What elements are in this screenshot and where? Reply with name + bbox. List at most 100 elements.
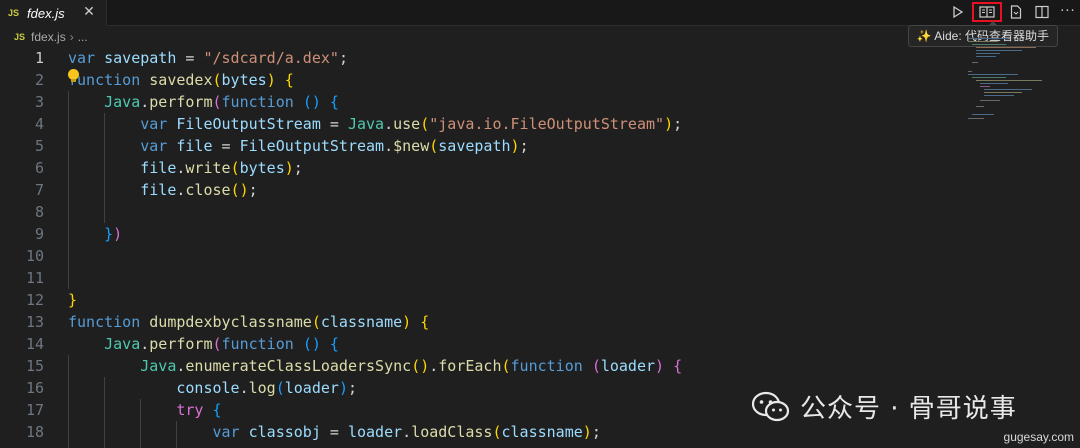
code-line[interactable]: 9 }) [0,223,960,245]
minimap-line [976,80,1042,81]
code-line[interactable]: 4 var FileOutputStream = Java.use("java.… [0,113,960,135]
line-number: 15 [25,357,44,375]
code-line[interactable]: 2 function savedex(bytes) { [0,69,960,91]
minimap-line [968,41,998,42]
code-token: Java [347,115,385,133]
more-actions-button[interactable]: ··· [1056,2,1080,22]
code-token: ( [230,159,240,177]
aide-code-viewer-button[interactable] [972,2,1002,22]
code-line[interactable]: 5 var file = FileOutputStream.$new(savep… [0,135,960,157]
minimap[interactable] [966,30,1066,130]
code-token: () [411,357,430,375]
code-token: "java.io.FileOutputStream" [429,115,665,133]
code-line[interactable]: 8 [0,201,960,223]
minimap-line [980,83,1008,84]
code-line[interactable]: 10 [0,245,960,267]
code-token: "/sdcard/a.dex" [203,49,339,67]
watermark-site: gugesay.com [1003,430,1074,444]
code-token: FileOutputStream [239,137,385,155]
line-number: 9 [34,225,44,243]
watermark: 公众号 · 骨哥说事 [752,388,1017,425]
code-text: var classobj = loader.loadClass(classnam… [68,421,601,443]
split-editor-button[interactable] [1030,2,1054,22]
code-line[interactable]: 11 [0,267,960,289]
minimap-line [972,114,994,115]
code-token: ; [673,115,683,133]
code-line[interactable]: 14 Java.perform(function () { [0,333,960,355]
code-token: dumpdexbyclassname [149,313,312,331]
file-icon [1010,5,1022,19]
code-token: enumerateClassLoadersSync [185,357,412,375]
code-token: { [673,357,683,375]
code-token: . [429,357,439,375]
minimap-line [984,89,1032,90]
code-token: . [140,93,150,111]
breadcrumb-more[interactable]: ... [78,30,88,44]
code-token: ) [284,159,294,177]
tab-title: fdex.js [27,5,65,21]
code-line[interactable]: 15 Java.enumerateClassLoadersSync().forE… [0,355,960,377]
line-number: 16 [25,379,44,397]
run-button[interactable] [946,2,970,22]
code-token: ; [519,137,529,155]
code-text: function dumpdexbyclassname(classname) { [68,311,429,333]
javascript-file-icon: JS [8,8,20,18]
code-token: ( [591,357,601,375]
code-line[interactable]: 12} [0,289,960,311]
code-token: FileOutputStream [167,115,330,133]
lightbulb-icon[interactable] [68,69,79,82]
code-line[interactable]: 1 var savepath = "/sdcard/a.dex"; [0,47,960,69]
code-token: Java [140,357,177,375]
javascript-file-icon: JS [14,32,26,42]
code-token: ( [212,93,222,111]
minimap-line [976,53,1000,54]
code-token: var [140,115,168,133]
code-text: var file = FileOutputStream.$new(savepat… [68,135,529,157]
code-line[interactable]: 7 file.close(); [0,179,960,201]
code-token: = [185,49,204,67]
code-token: . [239,379,249,397]
code-token: file [167,137,222,155]
code-line[interactable]: 3 Java.perform(function () { [0,91,960,113]
code-token: . [384,115,394,133]
code-token: close [185,181,231,199]
code-token: { [329,93,339,111]
minimap-line [968,38,1008,39]
play-icon [953,5,964,19]
line-number: 1 [34,49,44,67]
line-number: 5 [34,137,44,155]
code-line[interactable]: 6 file.write(bytes); [0,157,960,179]
open-preview-button[interactable] [1004,2,1028,22]
breadcrumb-separator: › [69,30,74,44]
code-token: . [140,335,150,353]
code-token: loader [347,423,403,441]
tab-bar: JS fdex.js ✕ ··· [0,0,1080,26]
code-token: loader [600,357,656,375]
code-token: classobj [239,423,330,441]
close-icon[interactable]: ✕ [81,3,97,21]
minimap-line [984,95,1014,96]
breadcrumb-file[interactable]: fdex.js [31,30,66,44]
line-number: 3 [34,93,44,111]
code-line[interactable]: 13 function dumpdexbyclassname(classname)… [0,311,960,333]
tab-fdex-js[interactable]: JS fdex.js ✕ [0,0,107,26]
line-number: 6 [34,159,44,177]
minimap-line [980,100,1000,101]
code-text: file.close(); [68,179,257,201]
code-text: console.log(loader); [68,377,357,399]
code-text: Java.perform(function () { [68,91,339,113]
split-editor-icon [1035,5,1049,19]
code-token: . [384,137,394,155]
code-token: perform [149,93,213,111]
